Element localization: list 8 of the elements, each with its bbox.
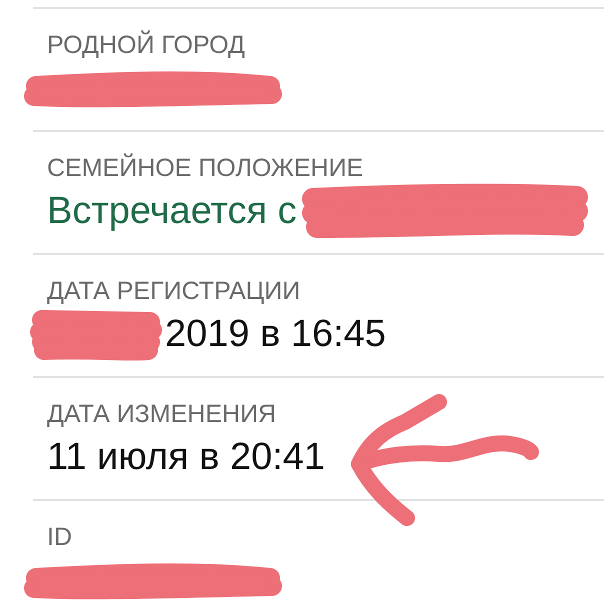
field-label: РОДНОЙ ГОРОД [47,29,246,61]
field-label: СЕМЕЙНОЕ ПОЛОЖЕНИЕ [47,152,364,184]
field-value: 11 июля в 20:41 [47,435,326,479]
profile-link[interactable]: Встречается с [47,189,297,233]
field-label: ДАТА ИЗМЕНЕНИЯ [47,399,278,430]
field-value: 2019 в 16:45 [165,312,386,356]
field-label: ID [47,522,73,553]
field-label: ДАТА РЕГИСТРАЦИИ [47,276,302,307]
